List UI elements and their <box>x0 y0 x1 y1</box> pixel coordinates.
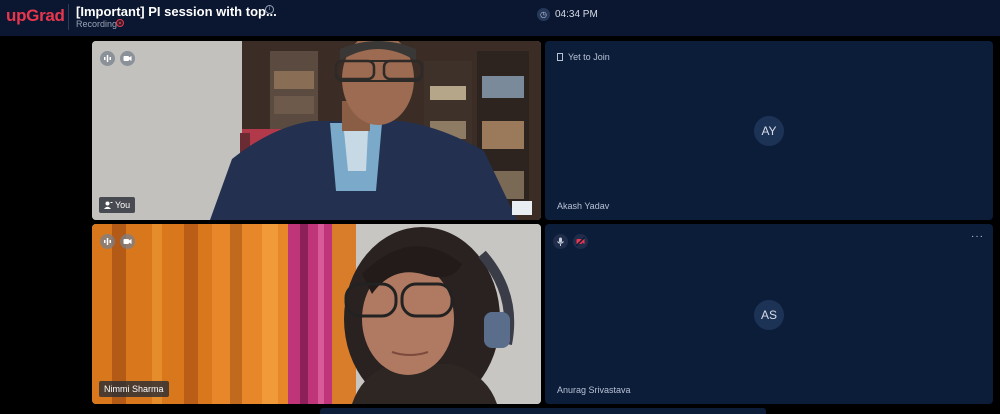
video-toggle-button[interactable] <box>120 234 135 249</box>
user-icon <box>104 201 113 209</box>
video-off-icon <box>576 237 585 246</box>
clock-time: 04:34 PM <box>555 9 598 20</box>
avatar: AS <box>754 300 784 330</box>
divider <box>68 4 69 30</box>
audio-icon <box>104 55 111 62</box>
video-toggle-button[interactable] <box>120 51 135 66</box>
mic-icon <box>557 237 564 246</box>
participant-name: Akash Yadav <box>557 201 610 211</box>
video-tile-akash-yadav[interactable]: Yet to Join AY Akash Yadav <box>545 41 993 220</box>
participant-name-tag: Nimmi Sharma <box>99 381 169 397</box>
participant-video <box>92 224 541 404</box>
clock-icon: ◷ <box>537 8 550 21</box>
audio-icon <box>104 238 111 245</box>
join-status: Yet to Join <box>557 52 610 62</box>
join-status-text: Yet to Join <box>568 52 610 62</box>
upgrad-logo: upGrad <box>6 6 65 25</box>
info-icon[interactable]: i <box>265 5 274 14</box>
video-icon <box>123 56 132 61</box>
video-off-button[interactable] <box>573 234 588 249</box>
avatar: AY <box>754 116 784 146</box>
participant-name-tag: You <box>99 197 136 213</box>
bottom-toolbar-edge <box>320 408 766 414</box>
video-icon <box>123 239 132 244</box>
recording-label: Recording <box>76 19 118 29</box>
participant-name: You <box>115 200 131 210</box>
participant-video <box>92 41 541 220</box>
top-bar: upGrad [Important] PI session with top..… <box>0 0 1000 36</box>
recording-icon <box>116 19 124 27</box>
participant-name: Anurag Srivastava <box>557 385 631 395</box>
door-icon <box>557 53 563 61</box>
audio-toggle-button[interactable] <box>100 234 115 249</box>
participant-name: Nimmi Sharma <box>104 384 164 394</box>
more-icon[interactable]: ··· <box>971 231 984 242</box>
video-tile-nimmi-sharma[interactable]: Nimmi Sharma <box>92 224 541 404</box>
video-tile-anurag-srivastava[interactable]: ··· AS Anurag Srivastava <box>545 224 993 404</box>
audio-toggle-button[interactable] <box>100 51 115 66</box>
mic-toggle-button[interactable] <box>553 234 568 249</box>
session-title: [Important] PI session with top... <box>76 4 277 19</box>
video-tile-you[interactable]: You <box>92 41 541 220</box>
